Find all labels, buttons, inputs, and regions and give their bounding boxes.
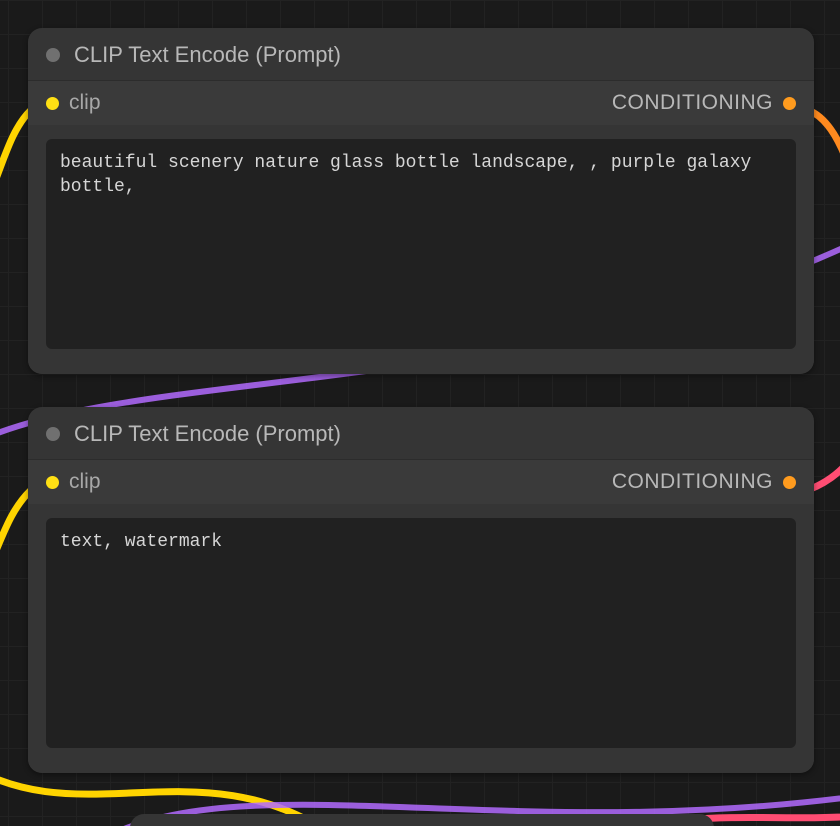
collapse-dot-icon[interactable] [46,48,60,62]
node-body [28,125,814,374]
input-port-label: clip [69,91,101,115]
node-body [28,504,814,773]
node-partial[interactable] [130,814,714,826]
node-title: CLIP Text Encode (Prompt) [74,42,341,68]
input-port-clip[interactable]: clip [46,91,101,115]
input-port-label: clip [69,470,101,494]
output-port-conditioning[interactable]: CONDITIONING [612,470,796,494]
clip-text-encode-node[interactable]: CLIP Text Encode (Prompt) clip CONDITION… [28,28,814,374]
port-dot-icon[interactable] [783,97,796,110]
output-port-label: CONDITIONING [612,470,773,494]
port-dot-icon[interactable] [783,476,796,489]
node-title: CLIP Text Encode (Prompt) [74,421,341,447]
input-port-clip[interactable]: clip [46,470,101,494]
output-port-label: CONDITIONING [612,91,773,115]
output-port-conditioning[interactable]: CONDITIONING [612,91,796,115]
collapse-dot-icon[interactable] [46,427,60,441]
clip-text-encode-node[interactable]: CLIP Text Encode (Prompt) clip CONDITION… [28,407,814,773]
prompt-text-input[interactable] [46,139,796,349]
node-header[interactable]: CLIP Text Encode (Prompt) [28,407,814,460]
prompt-text-input[interactable] [46,518,796,748]
port-dot-icon[interactable] [46,476,59,489]
node-ports-row: clip CONDITIONING [28,460,814,504]
port-dot-icon[interactable] [46,97,59,110]
node-canvas[interactable]: CLIP Text Encode (Prompt) clip CONDITION… [0,0,840,826]
node-ports-row: clip CONDITIONING [28,81,814,125]
node-header[interactable]: CLIP Text Encode (Prompt) [28,28,814,81]
